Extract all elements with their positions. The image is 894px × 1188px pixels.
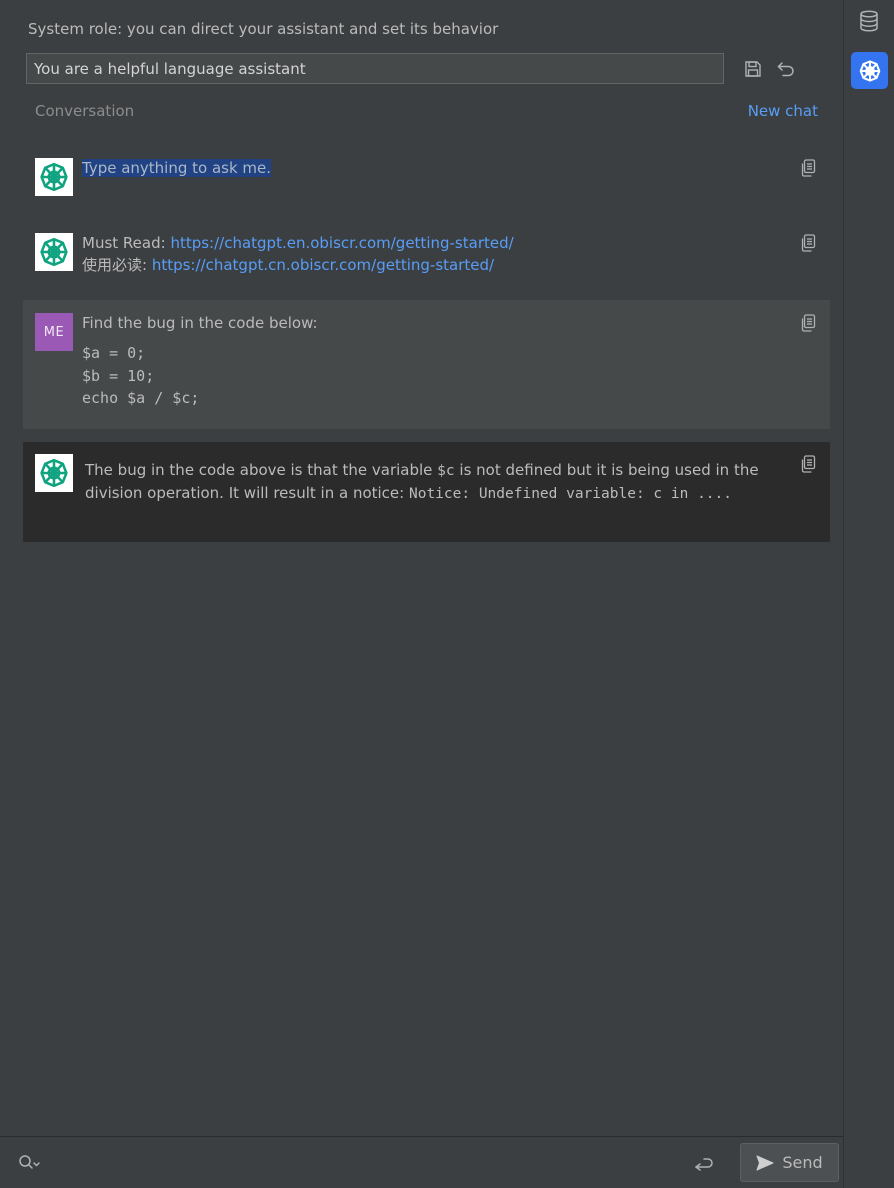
code-line: $a = 0; (82, 344, 146, 362)
chatgpt-logo-icon (35, 454, 73, 492)
search-icon[interactable] (18, 1154, 42, 1172)
message-text-selected: Type anything to ask me. (82, 159, 272, 177)
input-bar: Send (0, 1136, 843, 1188)
send-button-label: Send (782, 1153, 823, 1172)
system-role-label: System role: you can direct your assista… (28, 20, 499, 38)
message-text: The bug in the code above is that the va… (85, 461, 759, 502)
code-line: echo $a / $c; (82, 389, 200, 407)
message-item: Type anything to ask me. (23, 146, 830, 210)
code-line: $b = 10; (82, 366, 155, 385)
copy-icon[interactable] (800, 234, 816, 252)
conversation-label: Conversation (35, 102, 135, 120)
enter-icon[interactable] (694, 1154, 714, 1172)
getting-started-cn-link[interactable]: https://chatgpt.cn.obiscr.com/getting-st… (152, 256, 494, 274)
chatgpt-logo-icon (35, 233, 73, 271)
chatgpt-tool-icon[interactable] (851, 52, 888, 89)
send-icon (756, 1155, 774, 1170)
message-text: Type anything to ask me. (82, 157, 770, 179)
database-icon[interactable] (857, 9, 881, 33)
send-button[interactable]: Send (740, 1143, 839, 1182)
save-icon[interactable] (743, 59, 763, 79)
system-role-input[interactable] (26, 53, 724, 84)
user-message-item: ME Find the bug in the code below: $a = … (23, 300, 830, 429)
copy-icon[interactable] (800, 455, 816, 473)
new-chat-link[interactable]: New chat (748, 102, 818, 120)
chat-panel: System role: you can direct your assista… (0, 0, 843, 1136)
message-item: Must Read: https://chatgpt.en.obiscr.com… (23, 220, 830, 290)
getting-started-en-link[interactable]: https://chatgpt.en.obiscr.com/getting-st… (170, 234, 513, 252)
undo-icon[interactable] (776, 59, 796, 79)
assistant-message-item: The bug in the code above is that the va… (23, 442, 830, 542)
avatar-me: ME (35, 313, 73, 351)
message-text: Find the bug in the code below: $a = 0; … (82, 312, 770, 410)
message-text: Must Read: https://chatgpt.en.obiscr.com… (82, 234, 514, 274)
tool-window-strip (843, 0, 894, 1188)
chatgpt-logo-icon (35, 158, 73, 196)
copy-icon[interactable] (800, 159, 816, 177)
copy-icon[interactable] (800, 314, 816, 332)
